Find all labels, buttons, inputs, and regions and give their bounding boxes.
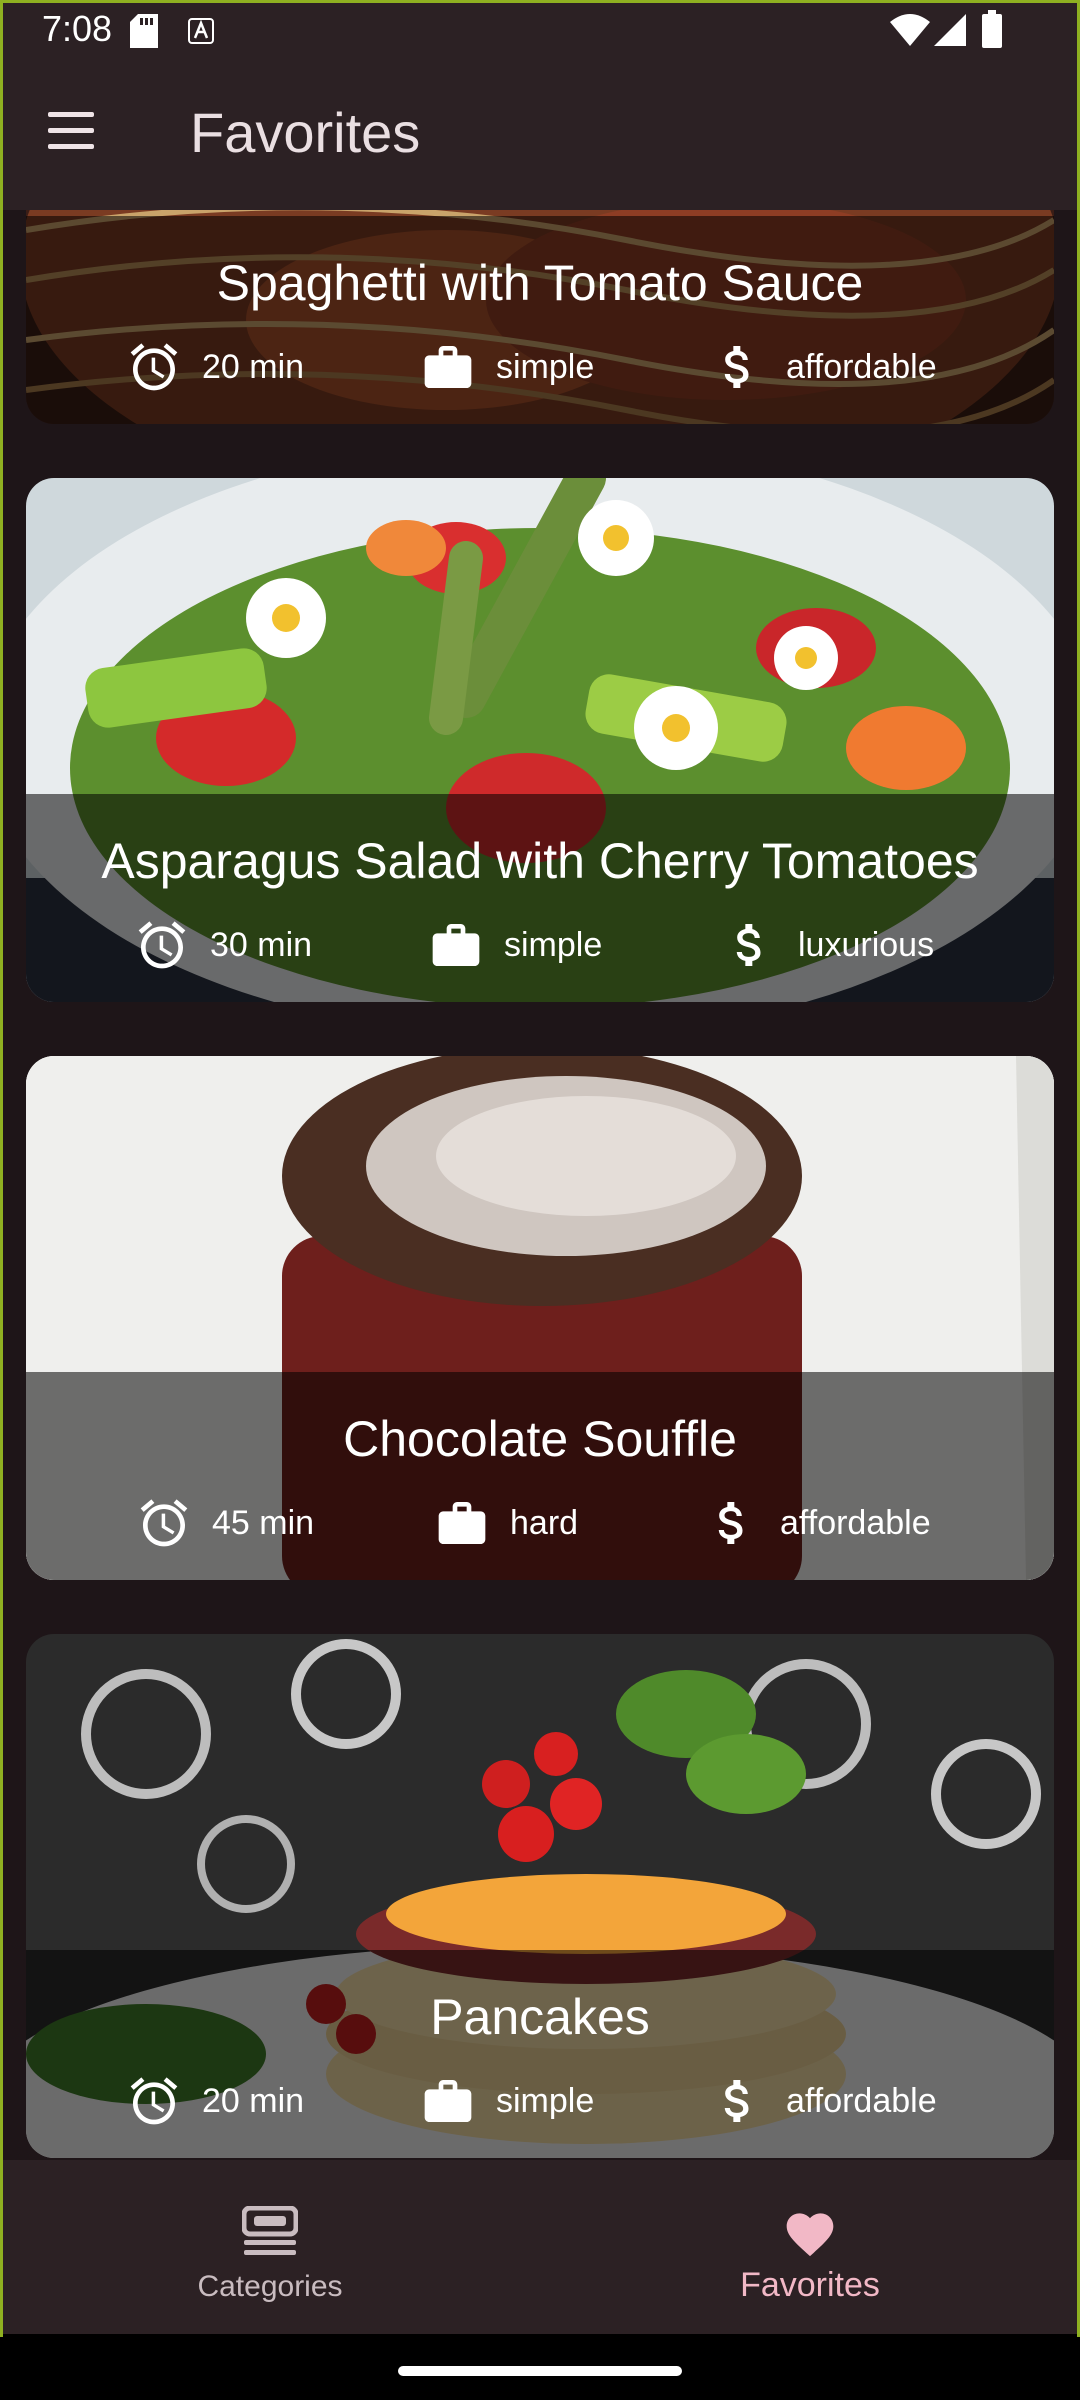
- dollar-icon: [724, 346, 749, 388]
- complexity-text: simple: [496, 347, 595, 386]
- meal-card-asparagus-salad[interactable]: Asparagus Salad with Cherry Tomatoes 30 …: [26, 478, 1054, 1002]
- meal-title: Asparagus Salad with Cherry Tomatoes: [101, 833, 979, 889]
- meal-card-spaghetti[interactable]: Spaghetti with Tomato Sauce 20 min simpl…: [26, 210, 1054, 424]
- wifi-icon: [890, 14, 930, 46]
- complexity-info: simple: [420, 2066, 594, 2136]
- dollar-icon: [724, 2080, 749, 2122]
- meal-title: Spaghetti with Tomato Sauce: [216, 255, 864, 311]
- affordability-text: affordable: [786, 347, 937, 386]
- page-title: Favorites: [190, 101, 421, 164]
- briefcase-icon: [424, 2080, 472, 2122]
- favorites-list[interactable]: Spaghetti with Tomato Sauce 20 min simpl…: [0, 210, 1080, 2160]
- dollar-icon: [736, 924, 761, 966]
- sd-card-icon: [130, 14, 158, 48]
- briefcase-icon: [438, 1502, 486, 1544]
- status-bar: 7:08: [0, 0, 1080, 62]
- affordability-text: luxurious: [798, 925, 935, 964]
- alarm-icon: [130, 2077, 178, 2125]
- categories-icon: [242, 2206, 298, 2255]
- meal-card-chocolate-souffle[interactable]: Chocolate Souffle 45 min hard affordable: [26, 1056, 1054, 1580]
- meal-meta: 30 min simple luxurious: [26, 910, 1054, 980]
- alarm-icon: [140, 1499, 188, 1547]
- affordability-info: affordable: [704, 1488, 931, 1558]
- affordability-info: affordable: [710, 2066, 937, 2136]
- meal-meta: 20 min simple affordable: [26, 2066, 1054, 2136]
- affordability-text: affordable: [780, 1503, 931, 1542]
- notification-a-icon: [188, 18, 214, 44]
- duration-info: 30 min: [134, 910, 312, 980]
- duration-info: 45 min: [136, 1488, 314, 1558]
- duration-info: 20 min: [126, 332, 304, 402]
- complexity-text: simple: [504, 925, 603, 964]
- battery-icon: [982, 10, 1002, 48]
- home-gesture-handle[interactable]: [398, 2366, 682, 2376]
- meal-title: Chocolate Souffle: [343, 1411, 737, 1467]
- bottom-navigation: Categories Favorites: [0, 2160, 1080, 2334]
- nav-label-favorites: Favorites: [740, 2266, 880, 2304]
- briefcase-icon: [432, 924, 480, 966]
- meal-meta: 20 min simple affordable: [26, 332, 1054, 402]
- menu-icon[interactable]: [44, 112, 100, 158]
- affordability-info: affordable: [710, 332, 937, 402]
- dollar-icon: [718, 1502, 743, 1544]
- meal-card-pancakes[interactable]: Pancakes 20 min simple affordable: [26, 1634, 1054, 2158]
- alarm-icon: [138, 921, 186, 969]
- duration-text: 45 min: [212, 1503, 315, 1542]
- complexity-text: hard: [510, 1503, 579, 1542]
- signal-icon: [934, 14, 966, 46]
- duration-info: 20 min: [126, 2066, 304, 2136]
- duration-text: 20 min: [202, 347, 305, 386]
- affordability-text: affordable: [786, 2081, 937, 2120]
- duration-text: 20 min: [202, 2081, 305, 2120]
- status-time: 7:08: [42, 8, 113, 49]
- alarm-icon: [130, 343, 178, 391]
- complexity-info: simple: [420, 332, 594, 402]
- complexity-info: hard: [434, 1488, 578, 1558]
- heart-icon: [786, 2213, 834, 2257]
- nav-item-favorites[interactable]: Favorites: [540, 2160, 1080, 2334]
- complexity-text: simple: [496, 2081, 595, 2120]
- complexity-info: simple: [428, 910, 602, 980]
- briefcase-icon: [424, 346, 472, 388]
- meal-title: Pancakes: [430, 1989, 650, 2045]
- meal-meta: 45 min hard affordable: [26, 1488, 1054, 1558]
- nav-label-categories: Categories: [197, 2270, 343, 2303]
- affordability-info: luxurious: [722, 910, 934, 980]
- duration-text: 30 min: [210, 925, 313, 964]
- nav-item-categories[interactable]: Categories: [0, 2160, 540, 2334]
- app-bar: Favorites: [0, 62, 1080, 210]
